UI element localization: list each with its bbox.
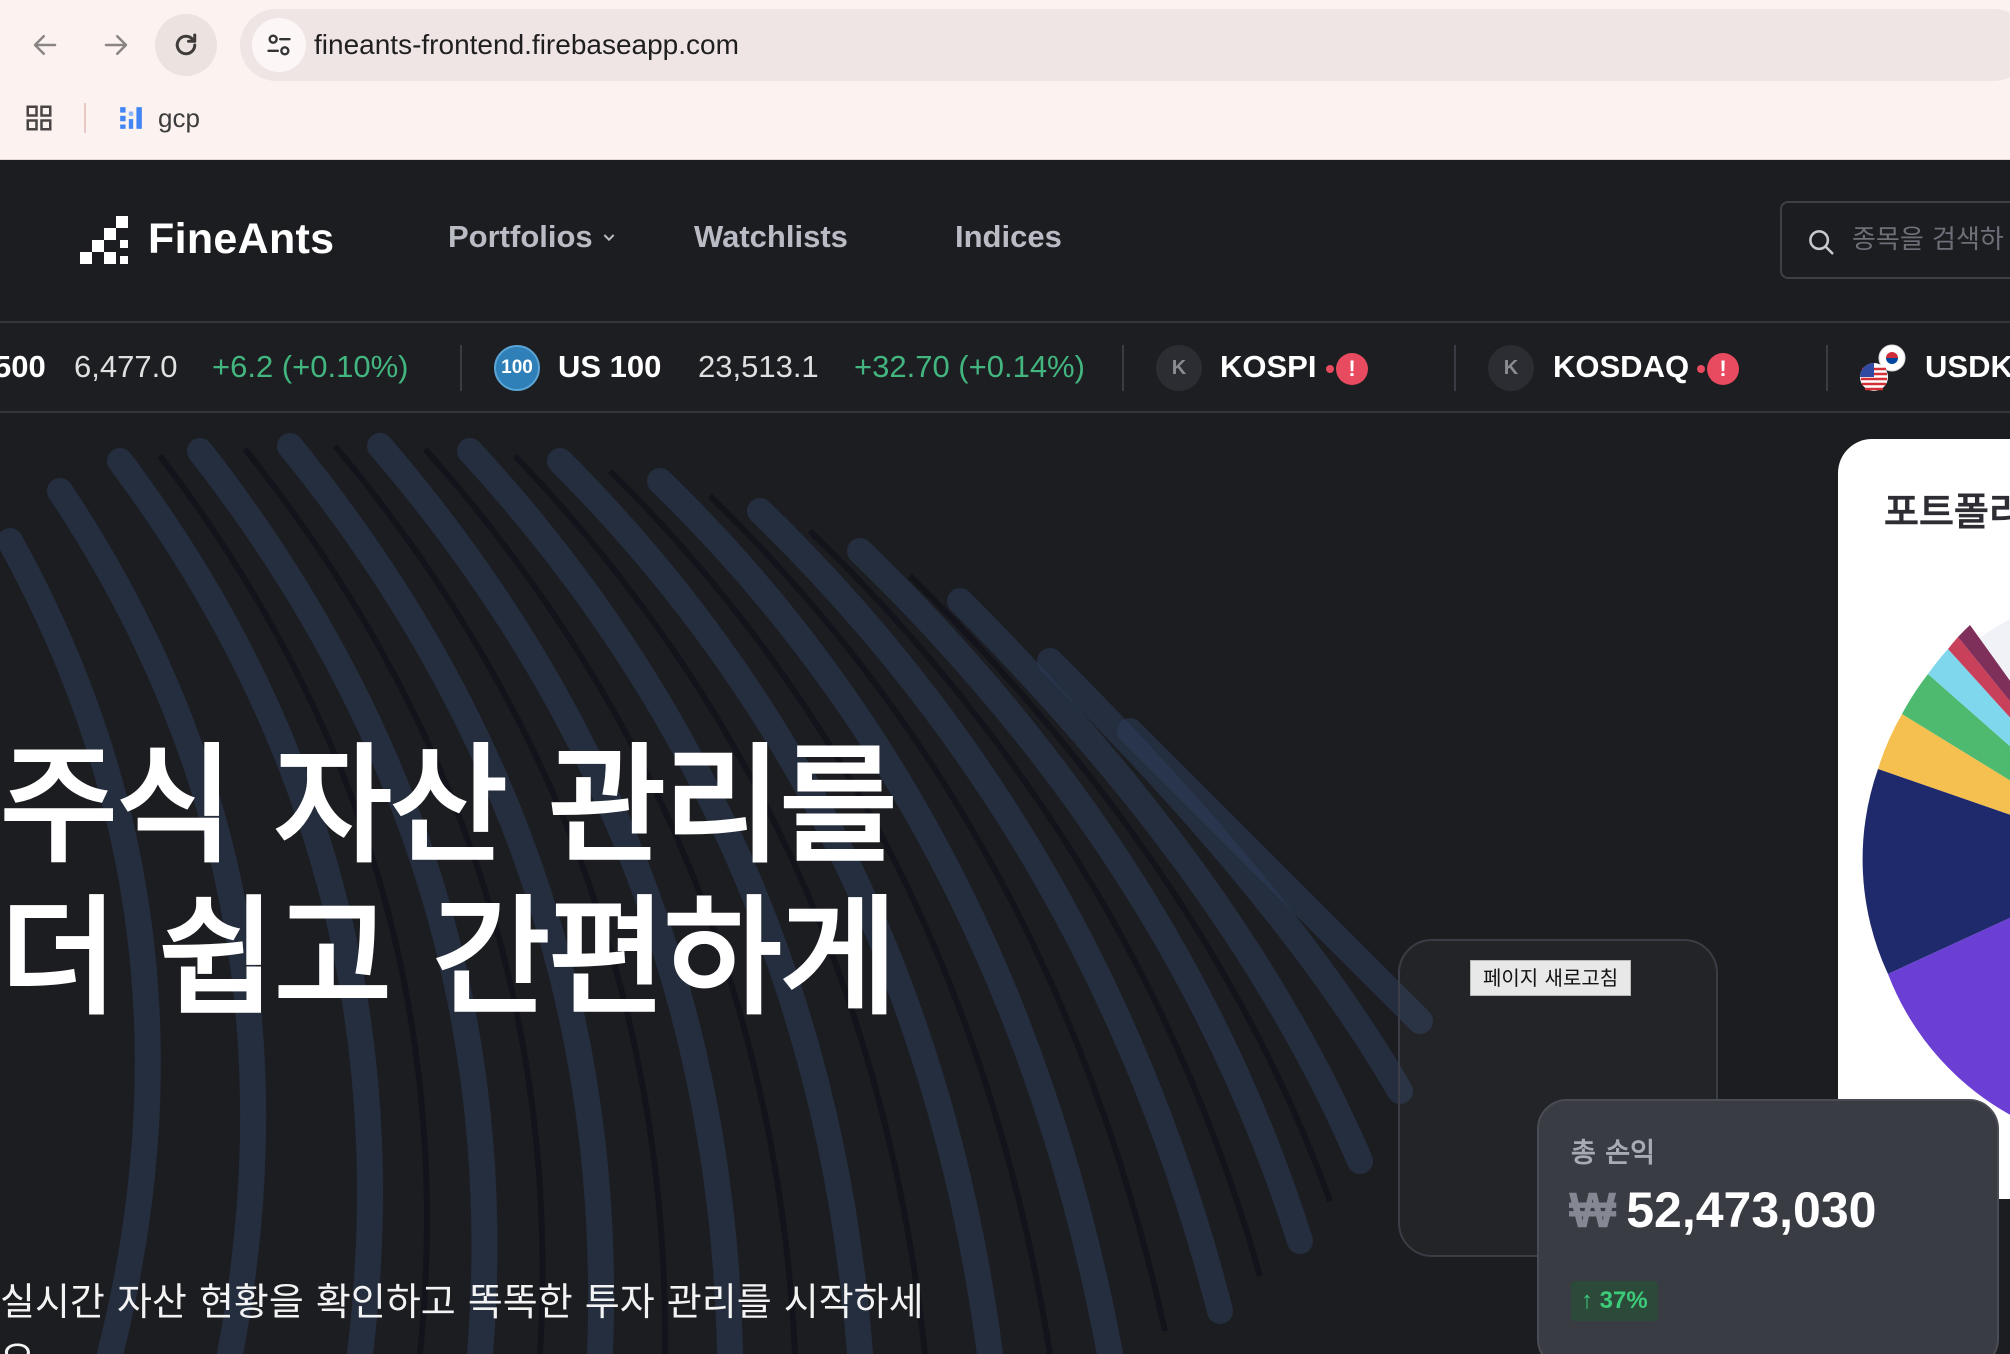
hero-title-line: 주식 자산 관리를 <box>0 732 897 881</box>
index-ticker: 500 6,477.0 +6.2 (+0.10%) 100 US 100 23,… <box>0 321 2010 413</box>
ticker-value: 6,477.0 <box>74 349 178 384</box>
arrow-left-icon <box>33 35 57 55</box>
back-button[interactable] <box>14 14 76 76</box>
url-text[interactable]: fineants-frontend.firebaseapp.com <box>314 9 739 81</box>
ticker-divider <box>460 345 462 391</box>
profit-rate-badge: ↑ 37% <box>1571 1281 1658 1321</box>
ticker-name[interactable]: US 100 <box>558 323 661 411</box>
apps-grid-button[interactable] <box>24 103 54 137</box>
reload-button[interactable] <box>155 14 217 76</box>
search-icon <box>1809 230 1834 255</box>
refresh-page-button[interactable]: 페이지 새로고침 <box>1470 960 1632 996</box>
total-profit-card: 총 손익 ₩52,473,030 ↑ 37% <box>1537 1099 1999 1354</box>
alert-icon[interactable]: ! <box>1707 353 1739 385</box>
forward-button[interactable] <box>85 14 147 76</box>
us-kr-flag-icon <box>1860 344 1906 391</box>
hero-subtitle-line: 요 <box>0 1331 940 1354</box>
bookmark-label: gcp <box>158 102 200 133</box>
total-profit-label: 총 손익 <box>1571 1138 1655 1169</box>
gcp-dashboard-icon <box>120 107 142 129</box>
ticker-change: +32.70 (+0.14%) <box>854 349 1085 384</box>
nav-portfolios[interactable]: Portfolios <box>448 219 617 255</box>
fineants-logo-icon <box>80 215 128 264</box>
portfolio-card: 포트폴리 <box>1838 439 2010 1199</box>
nav-indices-label: Indices <box>955 219 1062 254</box>
page: FineAnts Portfolios Watchlists Indices 5… <box>0 161 2010 1354</box>
hero-subtitle: 실시간 자산 현황을 확인하고 똑똑한 투자 관리를 시작하세 요 <box>0 1273 940 1354</box>
bookmark-separator <box>84 103 86 133</box>
grid-icon <box>26 105 52 131</box>
ticker-change: +6.2 (+0.10%) <box>212 349 409 384</box>
ticker-divider <box>1826 345 1828 391</box>
logo[interactable]: FineAnts <box>80 215 334 264</box>
nav-watchlists[interactable]: Watchlists <box>694 219 848 255</box>
site-info-button[interactable] <box>252 18 306 72</box>
logo-text: FineAnts <box>148 215 335 263</box>
hero-title-line: 더 쉽고 간편하게 <box>0 884 897 1033</box>
tune-icon <box>267 34 291 56</box>
ticker-divider <box>1122 345 1124 391</box>
alert-icon[interactable]: ! <box>1336 353 1368 385</box>
arrow-right-icon <box>104 35 128 55</box>
hero-title: 주식 자산 관리를 더 쉽고 간편하게 <box>0 731 897 1035</box>
ticker-name[interactable]: 500 <box>0 323 46 411</box>
stock-search[interactable] <box>1780 201 2010 279</box>
nav-watchlists-label: Watchlists <box>694 219 848 254</box>
kospi-badge-icon: K <box>1156 345 1202 391</box>
ticker-divider <box>1454 345 1456 391</box>
search-input[interactable] <box>1850 217 2010 263</box>
address-bar[interactable]: fineants-frontend.firebaseapp.com <box>240 9 2010 81</box>
ticker-name[interactable]: KOSDAQ <box>1553 323 1689 411</box>
bookmark-gcp[interactable]: gcp <box>118 98 200 138</box>
browser-toolbar: fineants-frontend.firebaseapp.com gcp <box>0 0 2010 160</box>
ticker-value: 23,513.1 <box>698 349 819 384</box>
ticker-name[interactable]: KOSPI <box>1220 323 1316 411</box>
nav-portfolios-label: Portfolios <box>448 219 593 254</box>
hero-subtitle-line: 실시간 자산 현황을 확인하고 똑똑한 투자 관리를 시작하세 <box>0 1280 924 1324</box>
chevron-down-icon <box>603 234 615 242</box>
alert-dot <box>1326 365 1334 373</box>
us100-badge-icon: 100 <box>494 345 540 391</box>
nav-indices[interactable]: Indices <box>955 219 1062 255</box>
site-header: FineAnts Portfolios Watchlists Indices <box>0 161 2010 321</box>
portfolio-pie-chart <box>1862 619 2010 1115</box>
ticker-name[interactable]: USDK <box>1925 323 2010 411</box>
alert-dot <box>1697 365 1705 373</box>
currency-symbol: ₩ <box>1569 1182 1617 1238</box>
kosdaq-badge-icon: K <box>1488 345 1534 391</box>
reload-icon <box>175 33 197 56</box>
profit-amount: 52,473,030 <box>1626 1182 1877 1238</box>
total-profit-value: ₩52,473,030 <box>1569 1181 1876 1239</box>
